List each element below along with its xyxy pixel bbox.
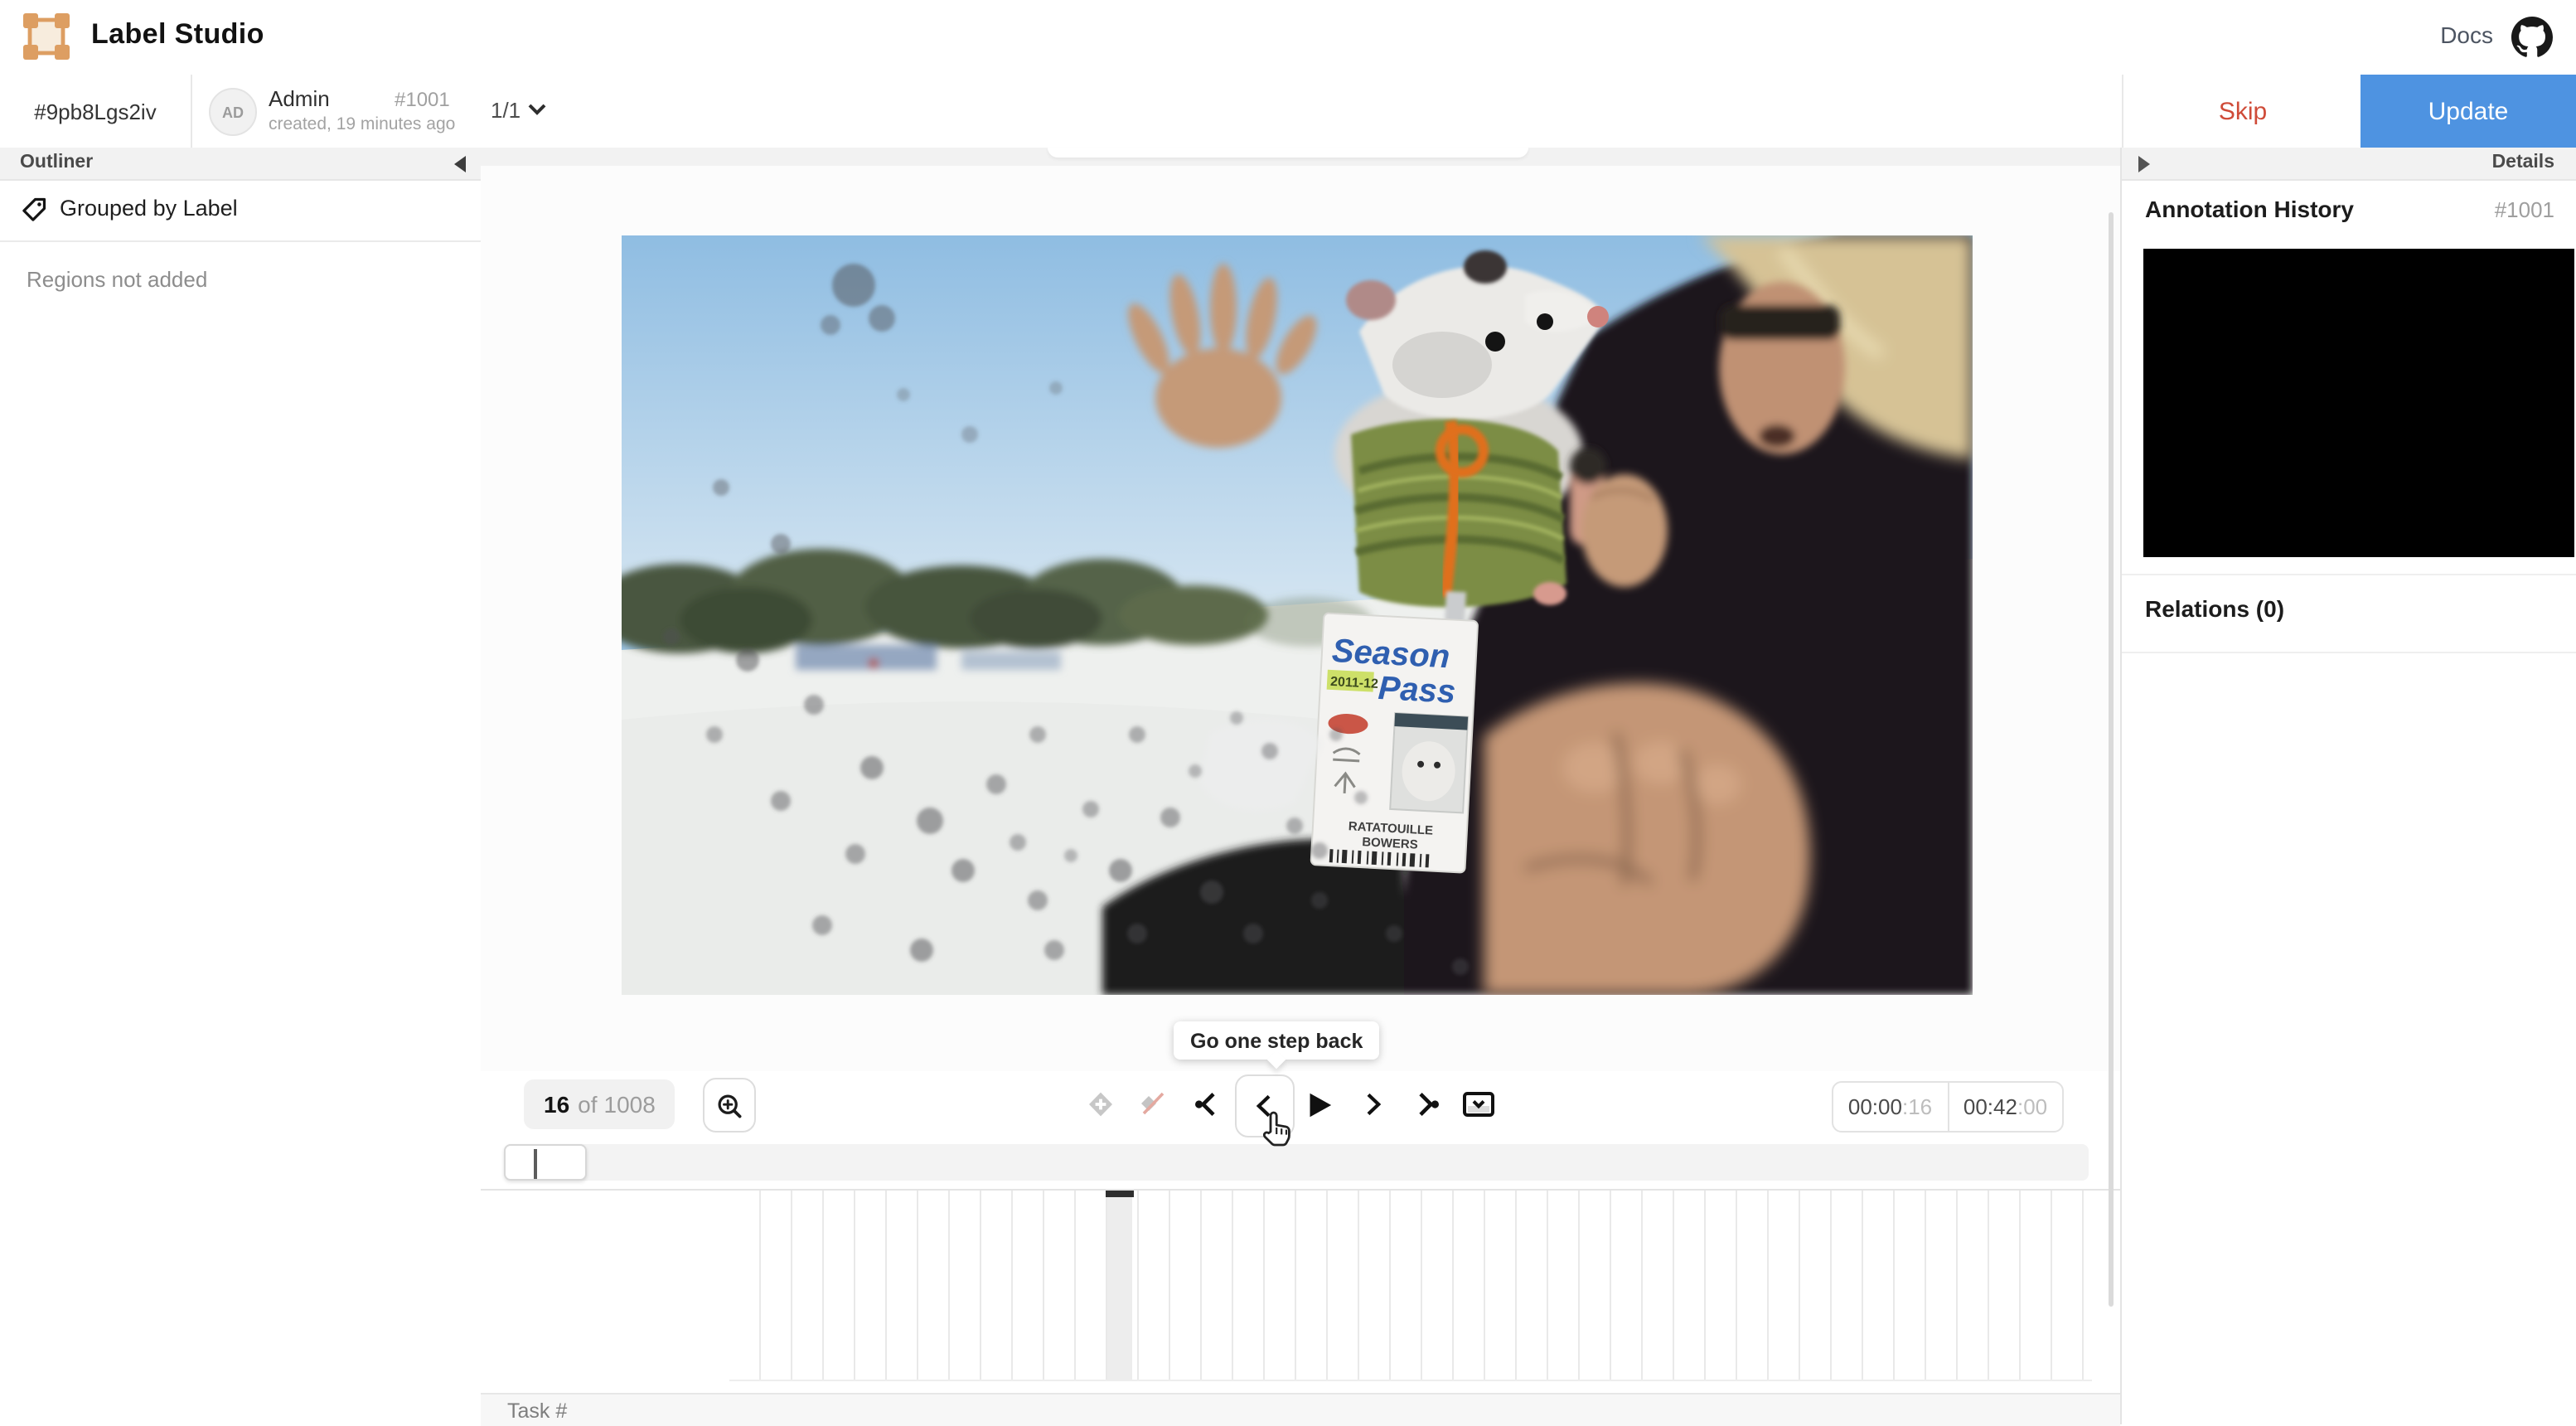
badge-text-pass: Pass — [1378, 670, 1457, 711]
vertical-scrollbar[interactable] — [2109, 212, 2114, 1307]
time-total-main: 00:42 — [1963, 1094, 2017, 1119]
step-forward-icon[interactable] — [1353, 1074, 1392, 1134]
task-id[interactable]: #9pb8Lgs2iv — [0, 75, 192, 148]
time-current-frames: :16 — [1901, 1094, 1933, 1119]
time-display: 00:00:16 00:42:00 — [1832, 1081, 2064, 1133]
annotation-history-thumbnail[interactable] — [2143, 249, 2574, 557]
annotation-history-title: Annotation History — [2145, 196, 2354, 222]
task-footer-bar: Task # — [481, 1393, 2120, 1426]
video-frame[interactable]: Season 2011-12 Pass RATATOUILLE BOWERS — [622, 235, 1973, 995]
app-header: Label Studio Docs — [0, 0, 2576, 76]
prev-keyframe-icon[interactable] — [1189, 1074, 1228, 1134]
timeline-ticks[interactable] — [729, 1191, 2092, 1381]
details-header: Details — [2122, 148, 2576, 181]
divider — [2122, 652, 2576, 653]
divider — [2122, 574, 2576, 575]
chevron-down-icon[interactable] — [527, 103, 547, 116]
frames-timeline[interactable] — [481, 1189, 2120, 1381]
time-current-main: 00:00 — [1847, 1094, 1902, 1119]
regions-empty-text: Regions not added — [27, 267, 208, 292]
outliner-title: Outliner — [20, 153, 94, 172]
label-studio-logo-icon[interactable] — [23, 13, 70, 60]
update-button[interactable]: Update — [2361, 75, 2576, 148]
annotator-name: Admin — [269, 86, 330, 111]
frame-total: 1008 — [603, 1091, 656, 1118]
toggle-frames-icon[interactable] — [1459, 1074, 1499, 1134]
minimap-viewport-handle[interactable] — [504, 1144, 587, 1181]
outliner-panel: Outliner Grouped by Label Regions not ad… — [0, 148, 482, 1424]
outliner-header: Outliner — [0, 148, 481, 181]
tag-icon — [20, 196, 48, 224]
timeline-minimap[interactable] — [504, 1144, 2089, 1181]
annotation-pager: 1/1 — [491, 98, 521, 123]
add-keyframe-icon[interactable] — [1081, 1074, 1121, 1134]
annotation-workspace: Season 2011-12 Pass RATATOUILLE BOWERS G… — [481, 148, 2120, 1426]
task-toolbar: #9pb8Lgs2iv AD Admin #1001 created, 19 m… — [0, 75, 2576, 202]
label-studio-app: Label Studio Docs #9pb8Lgs2iv AD Admin #… — [0, 0, 2576, 1426]
frame-current: 16 — [544, 1091, 570, 1118]
keyframe-interpolation-icon[interactable] — [1134, 1074, 1174, 1134]
badge-text-year: 2011-12 — [1330, 675, 1379, 691]
skip-button[interactable]: Skip — [2122, 75, 2362, 148]
play-icon[interactable] — [1298, 1074, 1338, 1134]
time-current[interactable]: 00:00:16 — [1833, 1083, 1949, 1131]
scrolled-panel-edge — [1048, 148, 1528, 158]
time-total-frames: :00 — [2017, 1094, 2048, 1119]
zoom-in-icon[interactable] — [703, 1078, 756, 1133]
tooltip: Go one step back — [1174, 1021, 1380, 1060]
details-title: Details — [2491, 153, 2554, 172]
playhead-marker — [534, 1149, 537, 1179]
annotation-history-id: #1001 — [2494, 197, 2554, 222]
docs-link[interactable]: Docs — [2440, 22, 2493, 48]
group-by-label-selector[interactable]: Grouped by Label — [0, 179, 481, 242]
collapse-left-icon[interactable] — [454, 156, 466, 172]
collapse-right-icon[interactable] — [2138, 156, 2150, 172]
annotation-id: #1001 — [395, 88, 450, 111]
frame-of-label: of — [578, 1091, 598, 1118]
next-keyframe-icon[interactable] — [1406, 1074, 1445, 1134]
page-title: Label Studio — [91, 18, 264, 50]
github-icon[interactable] — [2511, 17, 2553, 58]
details-panel: Details Annotation History #1001 Relatio… — [2120, 148, 2576, 1424]
badge-text-name2: BOWERS — [1362, 835, 1418, 852]
badge-text-season: Season — [1331, 633, 1450, 675]
time-total: 00:42:00 — [1949, 1083, 2062, 1131]
hand-cursor-icon — [1257, 1108, 1296, 1151]
avatar[interactable]: AD — [209, 88, 257, 136]
task-number-label: Task # — [507, 1399, 568, 1422]
current-frame-column[interactable] — [1106, 1191, 1134, 1380]
relations-title[interactable]: Relations (0) — [2145, 595, 2284, 622]
group-mode-label: Grouped by Label — [60, 196, 238, 221]
annotation-created-text: created, 19 minutes ago — [269, 114, 456, 134]
frame-counter[interactable]: 16 of 1008 — [524, 1079, 675, 1129]
